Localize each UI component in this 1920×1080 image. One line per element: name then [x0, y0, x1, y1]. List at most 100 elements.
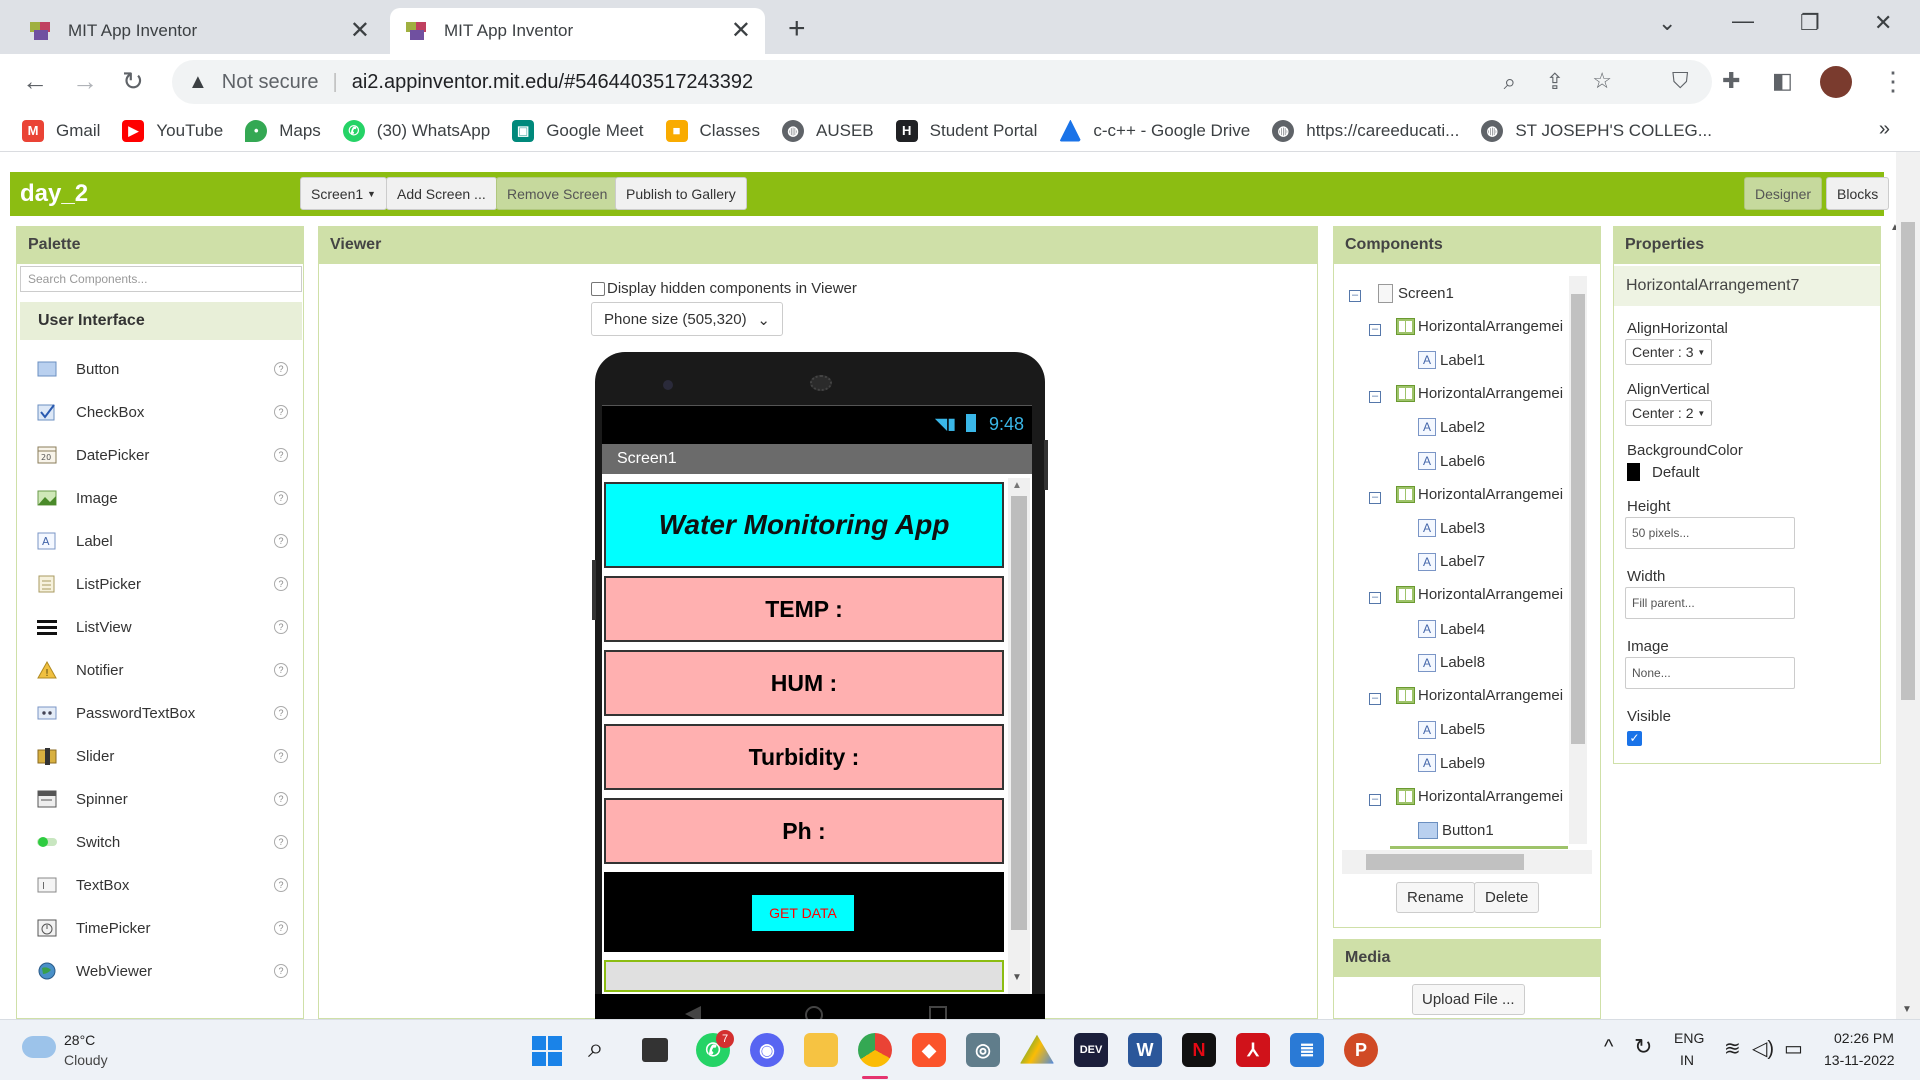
tree-node-hz[interactable]: HorizontalArrangemei — [1396, 586, 1568, 604]
acrobat-icon[interactable]: ⅄ — [1236, 1033, 1270, 1067]
app-title-label[interactable]: Water Monitoring App — [604, 482, 1004, 568]
prop-height-field[interactable]: 50 pixels... — [1625, 517, 1795, 549]
help-icon[interactable]: ? — [274, 663, 288, 677]
tray-chevron-up-icon[interactable]: ^ — [1604, 1036, 1613, 1059]
palette-item-button[interactable]: Button? — [20, 352, 288, 386]
bookmark-whatsapp[interactable]: ✆ (30) WhatsApp — [342, 119, 490, 142]
collapse-toggle-icon[interactable]: – — [1349, 290, 1361, 302]
prop-image-field[interactable]: None... — [1625, 657, 1795, 689]
wifi-icon[interactable]: ≋ — [1724, 1036, 1741, 1061]
tree-node-hz[interactable]: HorizontalArrangemei — [1396, 788, 1568, 805]
help-icon[interactable]: ? — [274, 362, 288, 376]
prop-backgroundcolor-value[interactable]: Default — [1627, 463, 1700, 481]
upload-file-button[interactable]: Upload File ... — [1412, 984, 1525, 1015]
tree-node-label[interactable]: A Label1 — [1418, 351, 1568, 370]
close-tab-icon[interactable]: ✕ — [731, 19, 751, 43]
task-view-icon[interactable] — [642, 1038, 668, 1062]
bookmark-careeducation[interactable]: ◍ https://careeducati... — [1272, 119, 1459, 142]
google-drive-icon[interactable] — [1020, 1034, 1054, 1064]
turbidity-label[interactable]: Turbidity : — [604, 724, 1004, 790]
phone-size-select[interactable]: Phone size (505,320) ⌄ — [591, 302, 783, 336]
collapse-toggle-icon[interactable]: – — [1369, 794, 1381, 806]
warning-icon[interactable]: ▲ — [188, 71, 208, 94]
security-label[interactable]: Not secure — [222, 71, 319, 94]
help-icon[interactable]: ? — [274, 749, 288, 763]
palette-search-input[interactable]: Search Components... — [20, 266, 302, 292]
powerpoint-icon[interactable]: P — [1344, 1033, 1378, 1067]
help-icon[interactable]: ? — [274, 448, 288, 462]
help-icon[interactable]: ? — [274, 620, 288, 634]
battery-icon[interactable]: ▭ — [1784, 1036, 1803, 1061]
ph-label[interactable]: Ph : — [604, 798, 1004, 864]
tree-node-label[interactable]: A Label6 — [1418, 452, 1568, 470]
display-hidden-checkbox[interactable] — [591, 281, 605, 296]
bookmark-meet[interactable]: ▣ Google Meet — [512, 119, 644, 142]
shield-extension-icon[interactable]: ⛉ — [1672, 68, 1689, 94]
camera-icon[interactable]: ◎ — [966, 1033, 1000, 1067]
hum-label[interactable]: HUM : — [604, 650, 1004, 716]
blocks-button[interactable]: Blocks — [1826, 177, 1890, 210]
clock-time[interactable]: 02:26 PM — [1834, 1030, 1894, 1046]
prop-alignvertical-select[interactable]: Center : 2 ▼ — [1625, 400, 1713, 426]
bookmark-youtube[interactable]: ▶ YouTube — [122, 119, 223, 142]
weather-desc[interactable]: Cloudy — [64, 1052, 108, 1068]
bookmark-auseb[interactable]: ◍ AUSEB — [782, 119, 874, 142]
zoom-icon[interactable]: ⌕ — [1504, 69, 1516, 95]
palette-item-passwordtextbox[interactable]: PasswordTextBox? — [20, 696, 288, 730]
page-vscroll-thumb[interactable] — [1901, 222, 1915, 700]
tree-vscrollbar[interactable] — [1569, 276, 1587, 844]
forward-icon[interactable]: → — [72, 66, 98, 97]
new-tab-icon[interactable]: + — [788, 12, 806, 46]
help-icon[interactable]: ? — [274, 964, 288, 978]
weather-temp[interactable]: 28°C — [64, 1032, 95, 1048]
palette-item-textbox[interactable]: I TextBox? — [20, 868, 288, 902]
help-icon[interactable]: ? — [274, 577, 288, 591]
palette-item-image[interactable]: Image? — [20, 481, 288, 515]
tab-search-chevron-icon[interactable]: ⌄ — [1658, 10, 1676, 36]
volume-icon[interactable]: ◁) — [1752, 1036, 1774, 1061]
tree-node-label[interactable]: A Label8 — [1418, 653, 1568, 672]
bookmark-gmail[interactable]: M Gmail — [22, 119, 100, 142]
palette-item-timepicker[interactable]: TimePicker? — [20, 911, 288, 945]
netflix-icon[interactable]: N — [1182, 1033, 1216, 1067]
scroll-up-icon[interactable]: ▲ — [1012, 480, 1022, 491]
bookmark-maps[interactable]: • Maps — [245, 119, 321, 142]
tree-hscroll-thumb[interactable] — [1366, 854, 1524, 870]
designer-button[interactable]: Designer — [1744, 177, 1823, 210]
scroll-down-icon[interactable]: ▼ — [1902, 1004, 1912, 1015]
temp-label[interactable]: TEMP : — [604, 576, 1004, 642]
tree-node-screen[interactable]: Screen1 — [1378, 284, 1568, 303]
dev-icon[interactable]: DEV — [1074, 1033, 1108, 1067]
get-data-button[interactable]: GET DATA — [752, 895, 854, 931]
browser-tab-active[interactable]: MIT App Inventor ✕ — [390, 8, 765, 54]
palette-item-listpicker[interactable]: ListPicker? — [20, 567, 288, 601]
help-icon[interactable]: ? — [274, 534, 288, 548]
palette-item-webviewer[interactable]: WebViewer? — [20, 954, 288, 988]
bookmark-drive[interactable]: c-c++ - Google Drive — [1059, 119, 1250, 142]
collapse-toggle-icon[interactable]: – — [1369, 390, 1381, 403]
phone-scroll-thumb[interactable] — [1011, 496, 1027, 930]
tree-node-label[interactable]: A Label5 — [1418, 720, 1568, 739]
palette-item-switch[interactable]: Switch? — [20, 825, 288, 859]
minimize-icon[interactable]: — — [1732, 8, 1754, 34]
side-panel-icon[interactable]: ◧ — [1772, 68, 1793, 94]
collapse-toggle-icon[interactable]: – — [1369, 491, 1381, 504]
help-icon[interactable]: ? — [274, 491, 288, 505]
tree-node-label[interactable]: A Label3 — [1418, 519, 1568, 538]
palette-item-slider[interactable]: Slider? — [20, 739, 288, 773]
add-screen-button[interactable]: Add Screen ... — [386, 177, 497, 210]
bookmark-classes[interactable]: ■ Classes — [665, 119, 760, 142]
palette-item-checkbox[interactable]: CheckBox? — [20, 395, 288, 429]
display-hidden-option[interactable]: Display hidden components in Viewer — [591, 280, 857, 297]
clock-date[interactable]: 13-11-2022 — [1824, 1052, 1895, 1068]
bookmark-st-josephs[interactable]: ◍ ST JOSEPH'S COLLEG... — [1481, 119, 1712, 142]
help-icon[interactable]: ? — [274, 792, 288, 806]
tree-node-hz[interactable]: HorizontalArrangemei — [1396, 485, 1568, 503]
tree-node-button[interactable]: Button1 — [1418, 821, 1568, 839]
tree-node-hz[interactable]: HorizontalArrangemei — [1396, 384, 1568, 402]
category-user-interface[interactable]: User Interface — [20, 302, 302, 340]
tree-node-label[interactable]: A Label9 — [1418, 754, 1568, 773]
rename-button[interactable]: Rename — [1396, 882, 1475, 913]
sync-icon[interactable]: ↻ — [1634, 1034, 1652, 1060]
publish-gallery-button[interactable]: Publish to Gallery — [615, 177, 747, 210]
